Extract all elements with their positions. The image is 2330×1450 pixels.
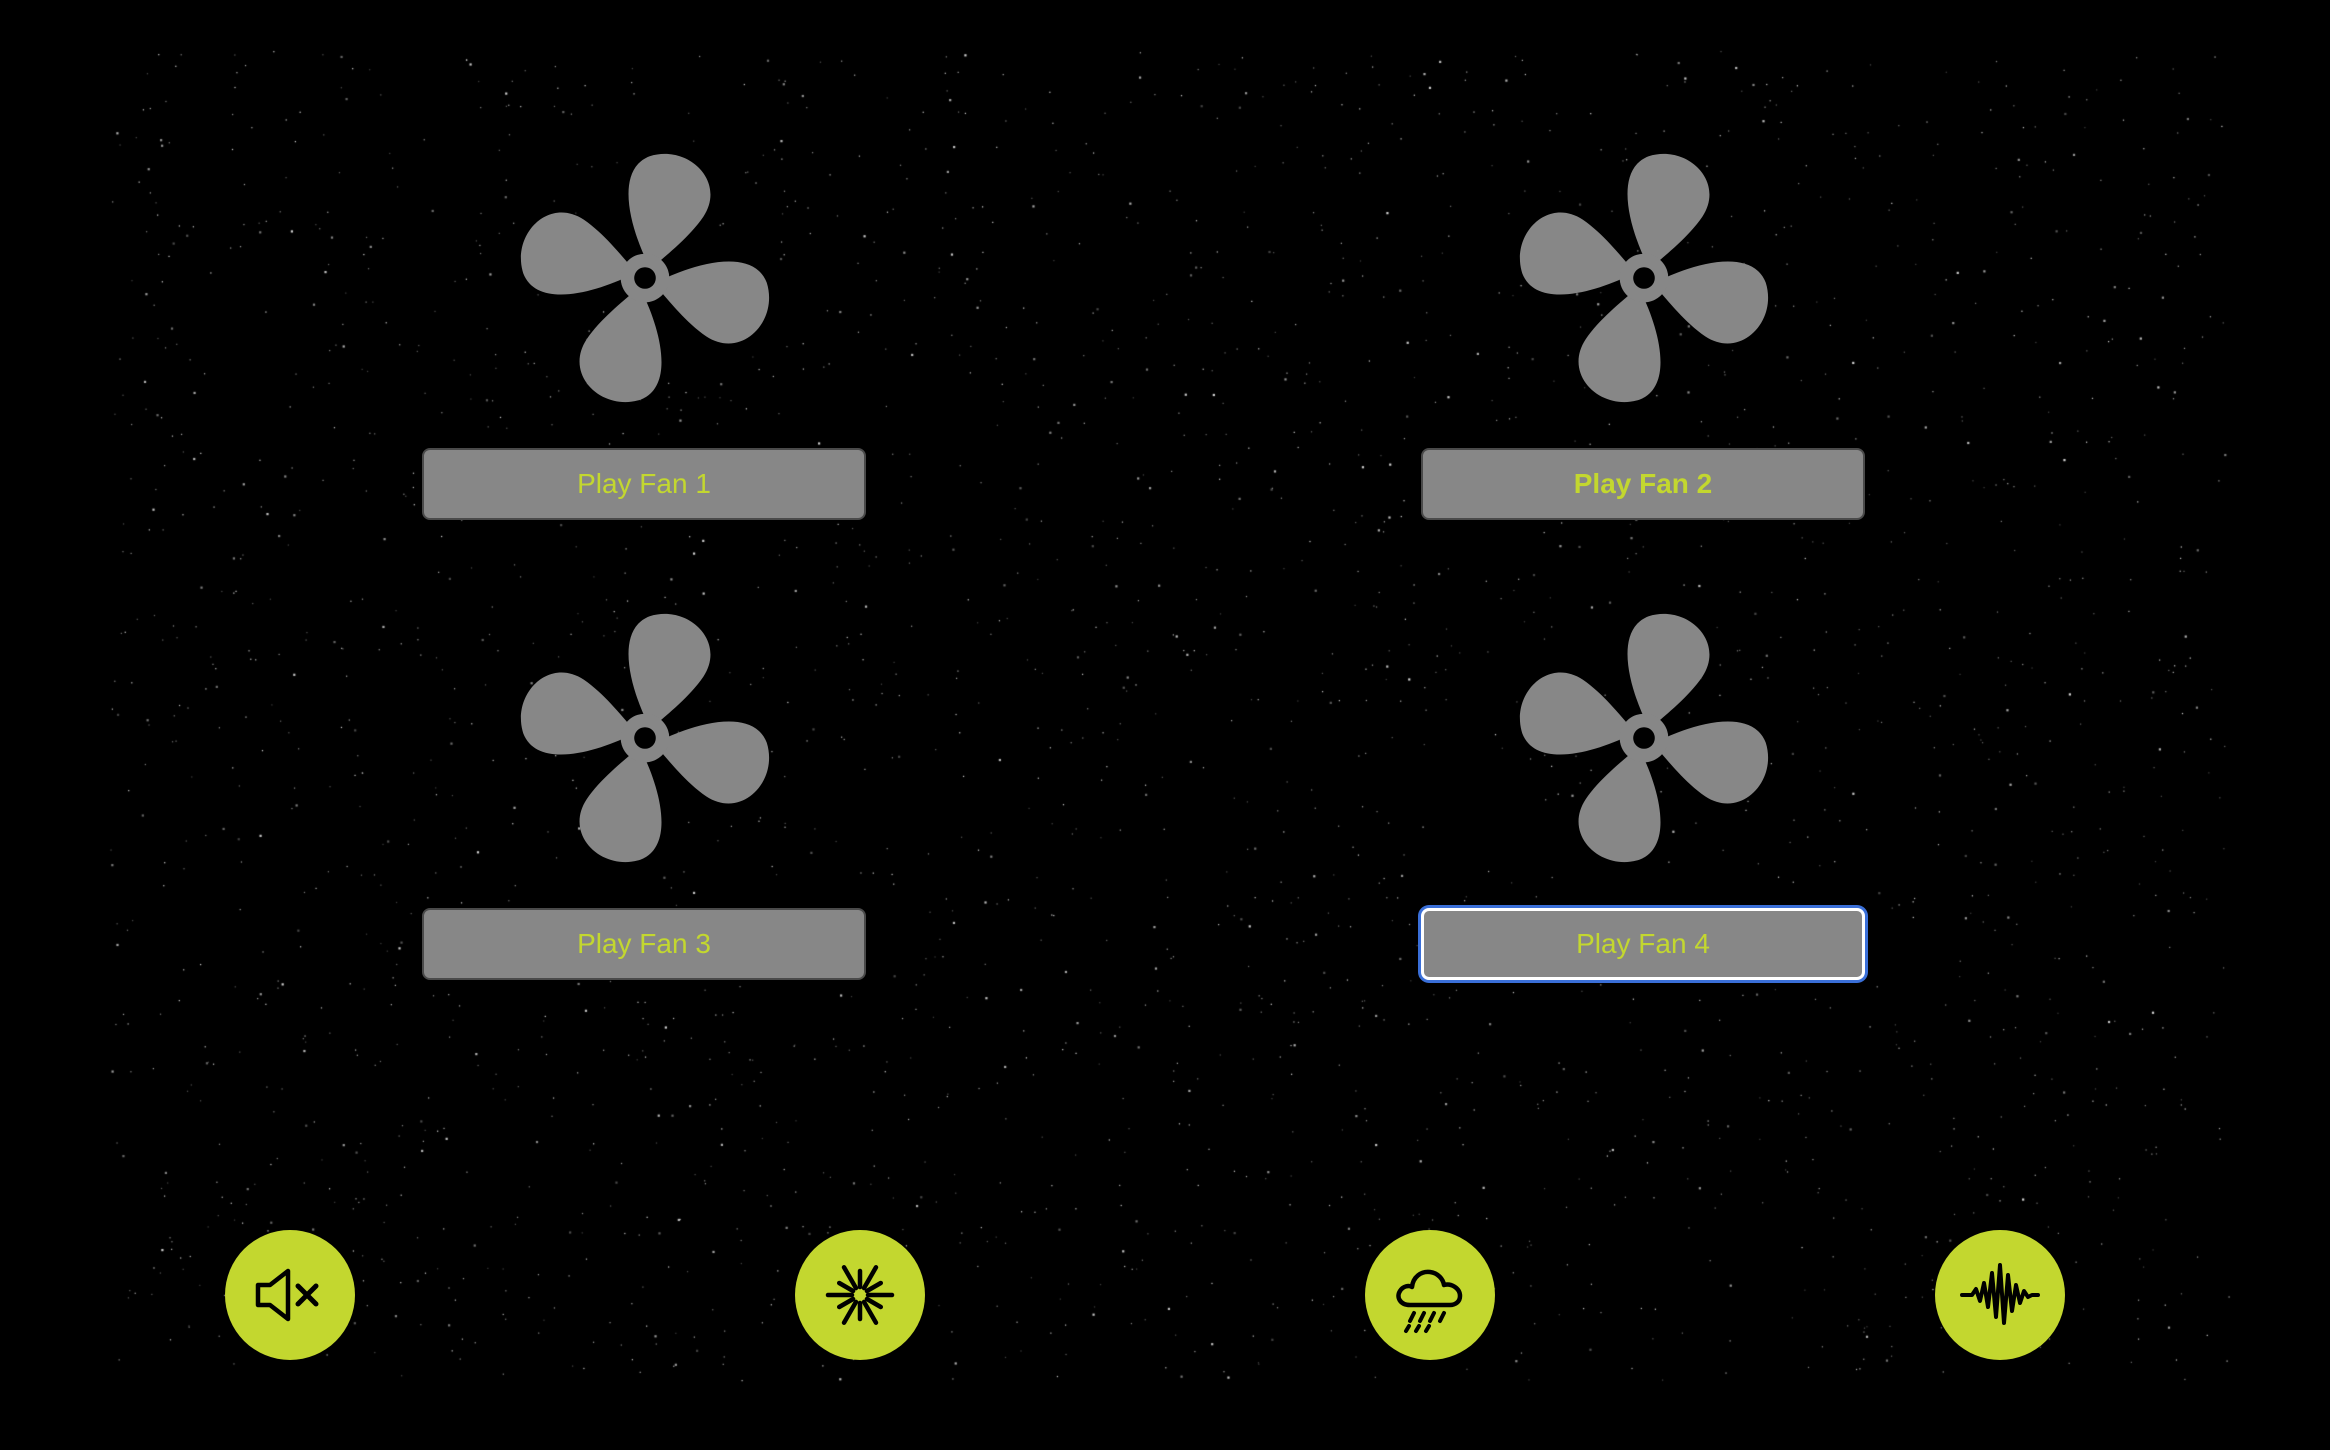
fan-blade	[1520, 212, 1633, 295]
fan-icon	[1509, 143, 1779, 413]
waveform-icon	[1960, 1263, 2040, 1325]
rain-button[interactable]	[1365, 1230, 1495, 1360]
waveform-button[interactable]	[1935, 1230, 2065, 1360]
fan-icon	[510, 143, 780, 413]
fan-blade	[1578, 749, 1661, 862]
fan-blade	[521, 672, 634, 755]
sparkle-button[interactable]	[795, 1230, 925, 1360]
app-screen: Play Fan 1 Play Fan 2 Play Fan 3 Play Fa…	[0, 0, 2330, 1450]
fan-blade	[521, 212, 634, 295]
play-fan-1-button[interactable]: Play Fan 1	[422, 448, 866, 520]
sparkle-icon	[825, 1265, 895, 1325]
play-fan-3-button[interactable]: Play Fan 3	[422, 908, 866, 980]
mute-button[interactable]	[225, 1230, 355, 1360]
fan-blade	[628, 154, 711, 267]
play-fan-4-button[interactable]: Play Fan 4	[1421, 908, 1865, 980]
fan-blade	[656, 261, 769, 344]
play-fan-2-button[interactable]: Play Fan 2	[1421, 448, 1865, 520]
fan-blade	[628, 614, 711, 727]
fan-blade	[1578, 289, 1661, 402]
fan-blade	[1655, 721, 1768, 804]
fan-icon	[510, 603, 780, 873]
mute-icon	[255, 1268, 319, 1322]
rain-cloud-icon	[1396, 1269, 1463, 1333]
fan-blade	[1627, 614, 1710, 727]
fan-blade	[579, 749, 662, 862]
fan-icon	[1509, 603, 1779, 873]
fan-blade	[579, 289, 662, 402]
fan-blade	[1655, 261, 1768, 344]
fan-blade	[1520, 672, 1633, 755]
fan-blade	[1627, 154, 1710, 267]
fan-blade	[656, 721, 769, 804]
